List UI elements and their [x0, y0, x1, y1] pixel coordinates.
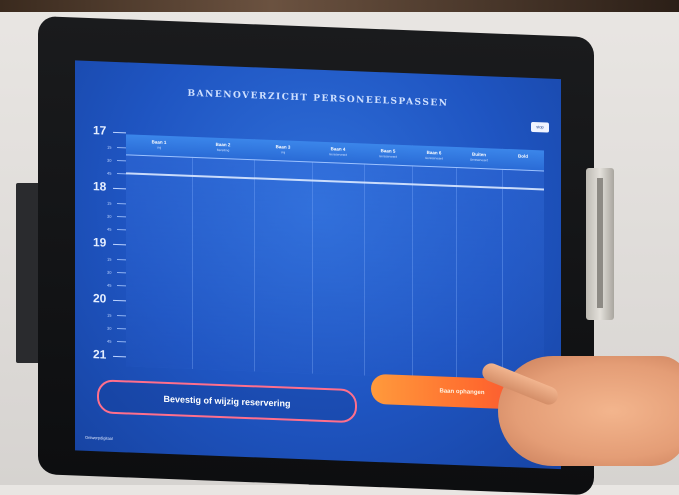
hour-label: 20 — [93, 291, 107, 306]
lane-column[interactable]: Buiten Gereserveerd — [456, 147, 503, 381]
minute-tick — [117, 315, 126, 317]
minute-tick — [117, 341, 126, 343]
minute-tick — [117, 259, 126, 261]
screen-title: BANENOVERZICHT PERSONEELSPASSEN — [187, 88, 449, 109]
hour-label: 19 — [93, 235, 107, 250]
lane-header: Baan 3 Vrij — [254, 139, 312, 163]
lane-column[interactable]: Baan 1 Vrij — [126, 134, 193, 369]
hand — [498, 356, 679, 466]
background-top-strip — [0, 0, 679, 12]
minute-label: 45 — [107, 338, 112, 344]
minute-label: 30 — [107, 269, 112, 275]
lane-header: Baan 2 Bezetting — [192, 136, 254, 161]
lane-header: Baan 1 Vrij — [126, 134, 192, 158]
stop-button[interactable]: stop — [531, 121, 549, 133]
minute-label: 45 — [107, 282, 112, 288]
hour-tick — [113, 299, 126, 302]
lane-grid: Baan 1 Vrij Baan 2 Bezetting Baan 3 Vrij… — [126, 134, 544, 383]
minute-label: 15 — [107, 200, 112, 206]
lane-header: Buiten Gereserveerd — [456, 147, 502, 170]
lane-status: Gereserveerd — [378, 154, 398, 159]
minute-label: 45 — [107, 226, 112, 232]
minute-tick — [117, 229, 126, 231]
minute-tick — [117, 328, 126, 330]
lane-name: Bold — [518, 153, 528, 159]
lane-column[interactable]: Baan 3 Vrij — [254, 139, 313, 374]
minute-tick — [117, 203, 126, 205]
lane-header: Baan 6 Gereserveerd — [412, 145, 456, 169]
hour-tick — [113, 243, 126, 246]
hour-label: 18 — [93, 179, 107, 194]
minute-label: 15 — [107, 256, 112, 262]
lane-column[interactable]: Baan 6 Gereserveerd — [412, 145, 457, 380]
minute-tick — [117, 173, 126, 175]
hour-label: 21 — [93, 347, 107, 362]
minute-tick — [117, 285, 126, 287]
lane-status: Gereserveerd — [424, 155, 444, 161]
lane-status: Vrij — [280, 150, 286, 155]
lane-header: Baan 4 Gereserveerd — [312, 141, 364, 165]
lane-column[interactable]: Baan 2 Bezetting — [192, 136, 255, 372]
hour-tick — [113, 131, 126, 134]
lane-column[interactable]: Bold — [502, 148, 544, 383]
minute-label: 30 — [107, 157, 112, 163]
minute-label: 15 — [107, 144, 112, 150]
minute-tick — [117, 160, 126, 162]
minute-tick — [117, 147, 126, 149]
hour-tick — [113, 355, 126, 358]
card-slot — [597, 178, 603, 308]
minute-label: 45 — [107, 170, 112, 176]
lane-column[interactable]: Baan 4 Gereserveerd — [312, 141, 365, 376]
minute-label: 30 — [107, 325, 112, 331]
lane-header: Baan 5 Gereserveerd — [364, 143, 412, 167]
minute-tick — [117, 216, 126, 218]
touch-screen: BANENOVERZICHT PERSONEELSPASSEN stop 17 … — [75, 60, 561, 470]
hour-tick — [113, 187, 126, 190]
lane-header: Bold — [502, 148, 544, 172]
lane-status: Gereserveerd — [328, 152, 348, 157]
minute-tick — [117, 272, 126, 274]
lane-column[interactable]: Baan 5 Gereserveerd — [364, 143, 413, 378]
minute-label: 15 — [107, 312, 112, 318]
hour-label: 17 — [93, 123, 107, 138]
confirm-reservation-button[interactable]: Bevestig of wijzig reservering — [97, 379, 357, 424]
minute-label: 30 — [107, 213, 112, 219]
footer-label: Ontwerpdigitaal — [85, 434, 113, 441]
lane-status: Gereserveerd — [469, 157, 489, 163]
